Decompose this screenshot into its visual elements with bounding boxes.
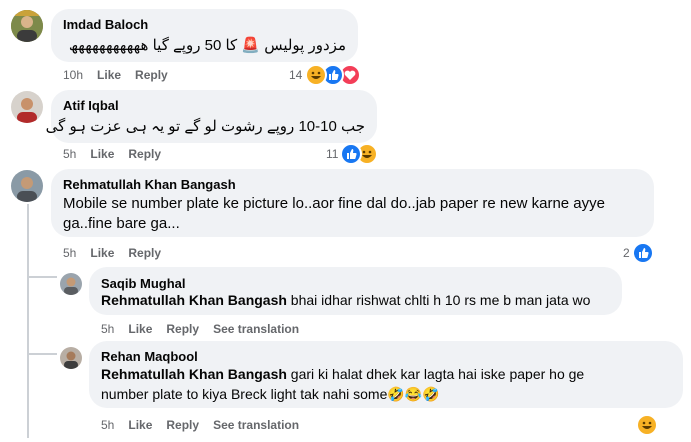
reply-body: gari ki halat dhek kar lagta hai iske pa… [286, 366, 585, 382]
reply-author[interactable]: Saqib Mughal [101, 276, 186, 291]
comment-time[interactable]: 10h [63, 68, 83, 82]
comment-text: مزدور پولیس 🚨 کا 50 روپے گیا ھھھھھھھھھھھ [68, 37, 346, 54]
avatar[interactable] [60, 273, 82, 295]
haha-icon [305, 64, 327, 86]
comment-time[interactable]: 5h [63, 246, 76, 260]
reply-button[interactable]: Reply [166, 322, 199, 336]
avatar[interactable] [11, 170, 43, 202]
see-translation-link[interactable]: See translation [213, 418, 299, 432]
thread-line [27, 204, 29, 438]
avatar[interactable] [11, 91, 43, 123]
reply-text-line-2: number plate to kiya Breck light tak nah… [101, 386, 440, 402]
comment-text: جب 10-10 روپے رشوت لو گے تو یہ ہی عزت ہو… [45, 118, 365, 135]
reply-text-line-1: Rehmatullah Khan Bangash gari ki halat d… [101, 366, 584, 383]
reaction-count[interactable]: 2 [623, 246, 630, 260]
reply-button[interactable]: Reply [135, 68, 168, 82]
avatar[interactable] [60, 347, 82, 369]
reply-button[interactable]: Reply [166, 418, 199, 432]
like-icon [340, 143, 362, 165]
like-button[interactable]: Like [90, 147, 114, 161]
reply-time[interactable]: 5h [101, 322, 114, 336]
like-button[interactable]: Like [90, 246, 114, 260]
reply-button[interactable]: Reply [128, 246, 161, 260]
reply-text: Rehmatullah Khan Bangash bhai idhar rish… [101, 292, 590, 309]
avatar[interactable] [11, 10, 43, 42]
comment-actions: 5h Like Reply [63, 147, 175, 161]
reply-time[interactable]: 5h [101, 418, 114, 432]
haha-icon [636, 414, 658, 436]
comment-time[interactable]: 5h [63, 147, 76, 161]
avatar-image [11, 170, 43, 202]
avatar-image [11, 91, 43, 123]
reaction-count[interactable]: 14 [289, 68, 302, 82]
comment-author[interactable]: Atif Iqbal [63, 98, 119, 113]
reply-body: bhai idhar rishwat chlti h 10 rs me b ma… [286, 292, 591, 308]
comment-author[interactable]: Rehmatullah Khan Bangash [63, 177, 236, 192]
mention-link[interactable]: Rehmatullah Khan Bangash [101, 366, 287, 382]
avatar-image [11, 10, 43, 42]
reply-button[interactable]: Reply [128, 147, 161, 161]
mention-link[interactable]: Rehmatullah Khan Bangash [101, 292, 287, 308]
thread-connector [27, 276, 57, 278]
reply-author[interactable]: Rehan Maqbool [101, 349, 198, 364]
comment-text-line-1: Mobile se number plate ke picture lo..ao… [63, 195, 605, 212]
like-button[interactable]: Like [128, 322, 152, 336]
comment-text-line-2: ga..fine bare ga... [63, 215, 180, 232]
comment-actions: 10h Like Reply [63, 68, 182, 82]
thread-connector [27, 353, 57, 355]
see-translation-link[interactable]: See translation [213, 322, 299, 336]
like-button[interactable]: Like [128, 418, 152, 432]
comment-actions: 5h Like Reply [63, 246, 175, 260]
reply-actions: 5h Like Reply See translation [101, 322, 313, 336]
avatar-image [60, 347, 82, 369]
like-button[interactable]: Like [97, 68, 121, 82]
comment-author[interactable]: Imdad Baloch [63, 17, 148, 32]
like-icon [632, 242, 654, 264]
avatar-image [60, 273, 82, 295]
reply-actions: 5h Like Reply See translation [101, 418, 313, 432]
reaction-count[interactable]: 11 [326, 147, 338, 161]
